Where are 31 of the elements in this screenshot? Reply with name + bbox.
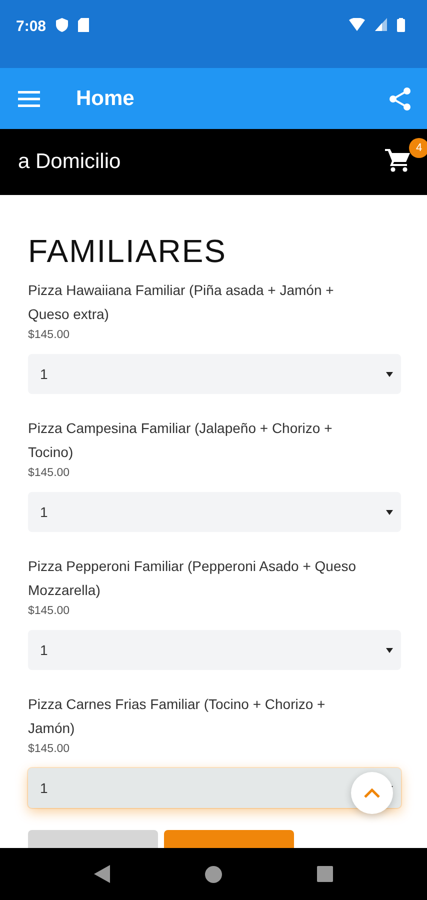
shield-icon — [56, 18, 68, 32]
product-price: $145.00 — [28, 604, 71, 618]
product-name: Pizza Campesina Familiar (Jalapeño + Chorizo + Tocino) — [28, 419, 334, 462]
product-price: $145.00 — [28, 328, 71, 342]
share-icon[interactable] — [389, 86, 411, 110]
quantity-select[interactable]: 1 — [28, 630, 401, 670]
quantity-select[interactable]: 1 — [28, 354, 401, 394]
dropdown-caret-icon — [386, 372, 393, 376]
section-title: FAMILIARES — [28, 233, 228, 270]
menu-icon[interactable] — [18, 90, 40, 106]
page-subtitle: a Domicilio — [18, 150, 121, 174]
signal-icon — [375, 18, 387, 31]
product-name: Pizza Hawaiiana Familiar (Piña asada + Jamón + Queso extra) — [28, 281, 335, 324]
sd-card-icon — [78, 18, 90, 32]
dropdown-caret-icon — [386, 648, 393, 652]
product-name: Pizza Carnes Frias Familiar (Tocino + Chorizo + Jamón) — [28, 695, 326, 738]
chevron-up-icon — [364, 788, 380, 798]
back-icon[interactable] — [94, 865, 110, 883]
product-name: Pizza Pepperoni Familiar (Pepperoni Asado + Queso Mozzarella) — [28, 557, 358, 600]
product-price: $145.00 — [28, 466, 71, 480]
app-title: Home — [76, 86, 134, 110]
wifi-icon — [349, 18, 365, 31]
cart-icon[interactable] — [385, 148, 411, 172]
quantity-select[interactable]: 1 — [28, 492, 401, 532]
home-icon[interactable] — [205, 866, 222, 882]
product-price: $145.00 — [28, 742, 71, 756]
quantity-select[interactable]: 1 — [28, 768, 401, 808]
cart-count-badge: 4 — [409, 138, 427, 158]
dropdown-caret-icon — [386, 510, 393, 514]
status-time: 7:08 — [16, 18, 46, 35]
battery-icon — [397, 18, 405, 32]
